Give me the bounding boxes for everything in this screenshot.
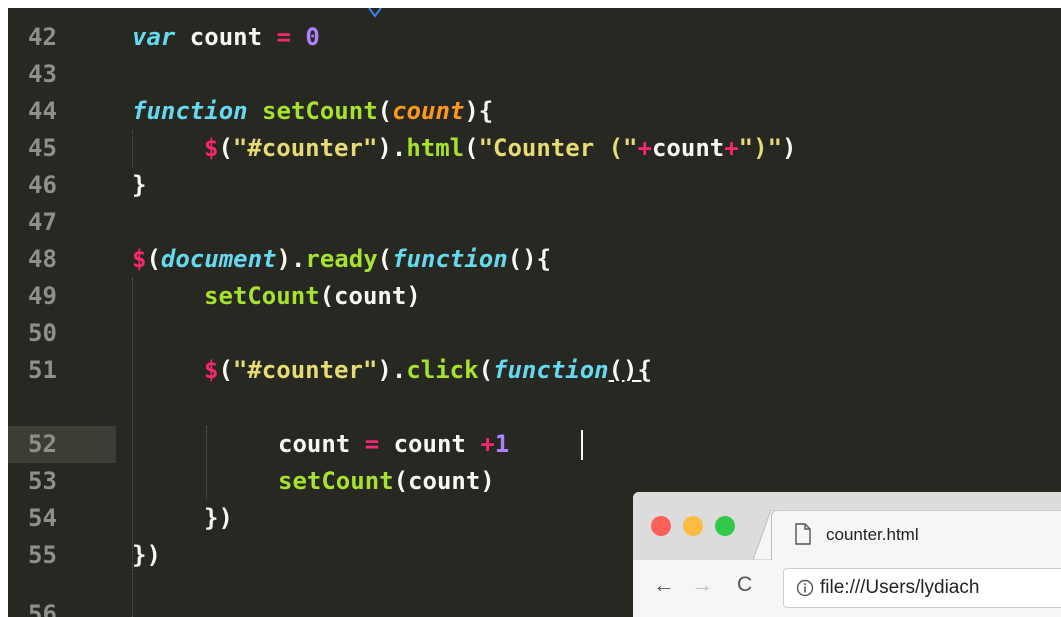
code-text: setCount(count) bbox=[204, 282, 421, 310]
line-number: 45 bbox=[28, 134, 57, 162]
browser-window: counter.html ← → C file:///Users/lydiach bbox=[633, 492, 1061, 617]
address-bar[interactable]: file:///Users/lydiach bbox=[783, 568, 1061, 608]
code-text: $(document).ready(function(){ bbox=[132, 245, 552, 273]
code-line: 51 $("#counter").click(function(){ bbox=[8, 352, 1061, 389]
indent-guide bbox=[206, 426, 207, 500]
document-icon bbox=[795, 523, 811, 545]
code-line: 48 $(document).ready(function(){ bbox=[8, 241, 1061, 278]
code-line-current: 52 count = count +1 bbox=[8, 426, 1061, 463]
line-number: 52 bbox=[8, 426, 116, 463]
line-number: 49 bbox=[28, 282, 57, 310]
line-number: 46 bbox=[28, 171, 57, 199]
tab-title: counter.html bbox=[826, 525, 919, 544]
code-line: 45 $("#counter").html("Counter ("+count+… bbox=[8, 130, 1061, 167]
maximize-window-button[interactable] bbox=[715, 516, 735, 536]
code-text: setCount(count) bbox=[278, 467, 495, 495]
code-line: 47 bbox=[8, 204, 1061, 241]
code-text: } bbox=[132, 171, 147, 199]
text-caret bbox=[581, 430, 583, 460]
browser-toolbar: ← → C file:///Users/lydiach bbox=[633, 560, 1061, 617]
line-number: 42 bbox=[28, 23, 57, 51]
url-text: file:///Users/lydiach bbox=[820, 577, 980, 598]
line-number: 44 bbox=[28, 97, 57, 125]
indent-guide bbox=[132, 574, 133, 617]
close-window-button[interactable] bbox=[651, 516, 671, 536]
code-line: 42 var count = 0 bbox=[8, 19, 1061, 56]
line-number: 53 bbox=[28, 467, 57, 495]
browser-titlebar: counter.html bbox=[633, 492, 1061, 560]
code-line: 49 setCount(count) bbox=[8, 278, 1061, 315]
code-line: 50 bbox=[8, 315, 1061, 352]
info-icon bbox=[796, 579, 814, 597]
code-text: $("#counter").html("Counter ("+count+")"… bbox=[204, 134, 797, 162]
forward-button[interactable]: → bbox=[691, 570, 713, 600]
indent-guide bbox=[132, 278, 133, 574]
line-number: 54 bbox=[28, 504, 57, 532]
minimize-window-button[interactable] bbox=[683, 516, 703, 536]
line-number: 50 bbox=[28, 319, 57, 347]
line-number: 47 bbox=[28, 208, 57, 236]
code-text: }) bbox=[204, 504, 233, 532]
tab-counter-html[interactable]: counter.html bbox=[771, 510, 1061, 560]
code-text: function setCount(count){ bbox=[132, 97, 494, 125]
code-text: $("#counter").click(function(){ bbox=[204, 356, 652, 384]
code-text: count = count +1 bbox=[278, 430, 510, 458]
line-number: 48 bbox=[28, 245, 57, 273]
code-text: var count = 0 bbox=[132, 23, 320, 51]
line-number: 43 bbox=[28, 60, 57, 88]
line-number: 55 bbox=[28, 541, 57, 569]
code-line: 44 function setCount(count){ bbox=[8, 93, 1061, 130]
reload-button[interactable]: C bbox=[737, 570, 752, 600]
line-number: 51 bbox=[28, 356, 57, 384]
indent-guide bbox=[132, 130, 133, 167]
code-line: 46 } bbox=[8, 167, 1061, 204]
code-line: 43 bbox=[8, 56, 1061, 93]
code-text: }) bbox=[132, 541, 161, 569]
back-button[interactable]: ← bbox=[653, 570, 675, 600]
code-line: 41 bbox=[8, 8, 1061, 19]
line-number: 56 bbox=[28, 600, 57, 617]
line-number: 41 bbox=[8, 8, 116, 19]
